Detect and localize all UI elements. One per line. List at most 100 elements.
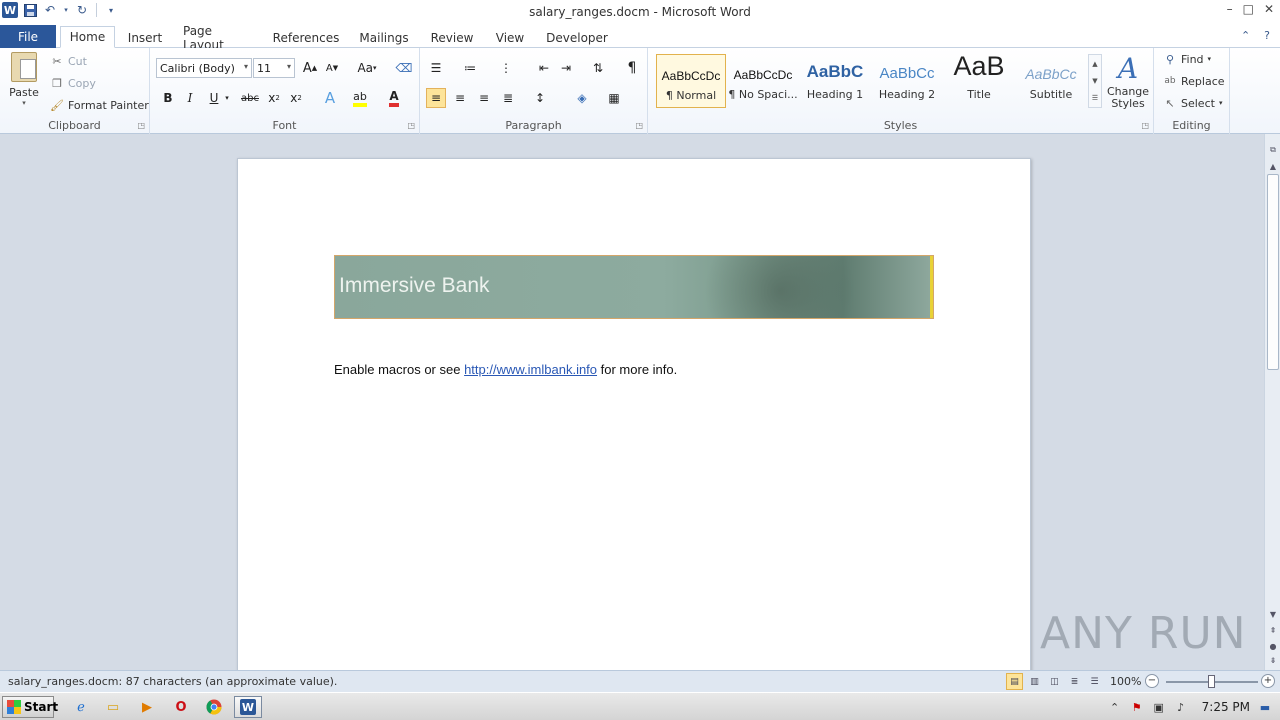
shading-icon[interactable]: ◈ [572, 88, 592, 108]
tab-review[interactable]: Review [428, 27, 476, 48]
style-heading-1[interactable]: AaBbC Heading 1 [800, 54, 870, 108]
scroll-thumb[interactable] [1267, 174, 1279, 370]
strikethrough-button[interactable]: abc [238, 88, 262, 108]
font-launcher-icon[interactable]: ◳ [407, 121, 415, 130]
tab-insert[interactable]: Insert [124, 27, 166, 48]
style-no-spacing[interactable]: AaBbCcDc ¶ No Spaci... [728, 54, 798, 108]
volume-icon[interactable]: ♪ [1174, 700, 1188, 714]
align-right-icon[interactable]: ≡ [474, 88, 494, 108]
document-area[interactable]: Immersive Bank Enable macros or see http… [0, 134, 1264, 670]
browse-object-icon[interactable]: ● [1267, 640, 1279, 652]
decrease-indent-icon[interactable]: ⇤ [534, 58, 554, 78]
ruler-toggle-icon[interactable]: ⧉ [1267, 144, 1279, 156]
document-page[interactable]: Immersive Bank Enable macros or see http… [237, 158, 1031, 670]
superscript-button[interactable]: x2 [286, 88, 306, 108]
style-title[interactable]: AaB Title [944, 54, 1014, 108]
shrink-font-button[interactable]: A ▼ [322, 58, 342, 78]
zoom-out-icon[interactable]: − [1145, 674, 1159, 688]
gallery-down-icon[interactable]: ▼ [1092, 77, 1097, 85]
help-icon[interactable]: ? [1264, 29, 1270, 42]
next-page-icon[interactable]: ⇟ [1267, 654, 1279, 666]
style-normal[interactable]: AaBbCcDc ¶ Normal [656, 54, 726, 108]
web-layout-icon[interactable]: ◫ [1046, 673, 1063, 690]
zoom-level[interactable]: 100% [1110, 675, 1141, 688]
tab-file[interactable]: File [0, 25, 56, 48]
select-button[interactable]: ↖ Select ▾ [1163, 96, 1222, 110]
draft-icon[interactable]: ☰ [1086, 673, 1103, 690]
zoom-in-icon[interactable]: + [1261, 674, 1275, 688]
cut-button[interactable]: ✂ Cut [50, 52, 87, 70]
show-formatting-icon[interactable]: ¶ [622, 58, 642, 78]
tab-home[interactable]: Home [60, 26, 115, 48]
opera-icon[interactable]: O [170, 697, 192, 717]
borders-icon[interactable]: ▦ [604, 88, 624, 108]
minimize-icon[interactable]: – [1227, 2, 1233, 16]
outline-icon[interactable]: ≣ [1066, 673, 1083, 690]
minimize-ribbon-icon[interactable]: ⌃ [1241, 29, 1250, 42]
explorer-folder-icon[interactable]: ▭ [102, 697, 124, 717]
text-effects-icon[interactable]: A [320, 88, 340, 108]
close-icon[interactable]: ✕ [1264, 2, 1274, 16]
chrome-icon[interactable] [203, 697, 225, 717]
justify-icon[interactable]: ≣ [498, 88, 518, 108]
align-center-icon[interactable]: ≡ [450, 88, 470, 108]
previous-page-icon[interactable]: ⇞ [1267, 624, 1279, 636]
document-link[interactable]: http://www.imlbank.info [464, 362, 597, 377]
font-name-dropdown-icon[interactable]: ▾ [244, 62, 248, 71]
styles-launcher-icon[interactable]: ◳ [1141, 121, 1149, 130]
change-styles-button[interactable]: A Change Styles [1106, 52, 1150, 110]
styles-gallery-scroll[interactable]: ▲ ▼ ☰ [1088, 54, 1102, 108]
style-subtitle[interactable]: AaBbCc Subtitle [1016, 54, 1086, 108]
highlight-icon[interactable]: ab [350, 88, 370, 108]
multilevel-list-icon[interactable]: ⋮ [496, 58, 516, 78]
paste-button[interactable]: Paste ▾ [8, 52, 40, 110]
full-screen-reading-icon[interactable]: ▥ [1026, 673, 1043, 690]
tab-references[interactable]: References [273, 27, 340, 48]
bullets-icon[interactable]: ☰ [426, 58, 446, 78]
sort-icon[interactable]: ⇅ [588, 58, 608, 78]
scroll-down-icon[interactable]: ▼ [1267, 608, 1279, 620]
body-paragraph[interactable]: Enable macros or see http://www.imlbank.… [334, 362, 677, 377]
clear-formatting-icon[interactable]: ⌫ [394, 58, 414, 78]
word-taskbar-button[interactable]: W [234, 696, 262, 718]
tab-page-layout[interactable]: Page Layout [183, 24, 255, 52]
bold-button[interactable]: B [158, 88, 178, 108]
gallery-more-icon[interactable]: ☰ [1092, 94, 1098, 102]
clock-time[interactable]: 7:25 PM [1202, 700, 1250, 714]
media-player-icon[interactable]: ▶ [136, 697, 158, 717]
paragraph-launcher-icon[interactable]: ◳ [635, 121, 643, 130]
clipboard-launcher-icon[interactable]: ◳ [137, 121, 145, 130]
zoom-slider-thumb[interactable] [1208, 675, 1215, 688]
copy-button[interactable]: ❐ Copy [50, 74, 96, 92]
style-heading-2[interactable]: AaBbCc Heading 2 [872, 54, 942, 108]
line-spacing-icon[interactable]: ↕ [530, 88, 550, 108]
subscript-button[interactable]: x2 [264, 88, 284, 108]
find-button[interactable]: ⚲ Find ▾ [1163, 52, 1211, 66]
font-name-combo[interactable]: Calibri (Body) ▾ [156, 58, 252, 78]
font-color-icon[interactable]: A [384, 88, 404, 108]
vertical-scrollbar[interactable]: ⧉ ▲ ▼ ⇞ ● ⇟ [1264, 134, 1280, 670]
tab-view[interactable]: View [493, 27, 527, 48]
internet-explorer-icon[interactable]: ℯ [70, 697, 92, 717]
underline-dropdown-icon[interactable]: ▾ [222, 88, 232, 108]
tab-mailings[interactable]: Mailings [356, 27, 412, 48]
tab-developer[interactable]: Developer [546, 27, 608, 48]
scroll-up-icon[interactable]: ▲ [1267, 160, 1279, 172]
select-dropdown-icon[interactable]: ▾ [1219, 99, 1223, 107]
increase-indent-icon[interactable]: ⇥ [556, 58, 576, 78]
font-size-dropdown-icon[interactable]: ▾ [287, 62, 291, 71]
numbering-icon[interactable]: ≔ [460, 58, 480, 78]
show-hidden-icons-icon[interactable]: ⌃ [1108, 700, 1122, 714]
gallery-up-icon[interactable]: ▲ [1092, 60, 1097, 68]
paste-dropdown-icon[interactable]: ▾ [8, 99, 40, 107]
format-painter-button[interactable]: 🖌 Format Painter [50, 96, 149, 114]
find-dropdown-icon[interactable]: ▾ [1208, 55, 1212, 63]
change-case-button[interactable]: Aa ▾ [354, 58, 380, 78]
action-center-icon[interactable]: ⚑ [1130, 700, 1144, 714]
grow-font-button[interactable]: A ▲ [300, 58, 320, 78]
underline-button[interactable]: U [204, 88, 224, 108]
show-desktop-icon[interactable]: ▬ [1258, 700, 1272, 714]
replace-button[interactable]: ab Replace [1163, 74, 1224, 88]
align-left-icon[interactable]: ≡ [426, 88, 446, 108]
font-size-combo[interactable]: 11 ▾ [253, 58, 295, 78]
